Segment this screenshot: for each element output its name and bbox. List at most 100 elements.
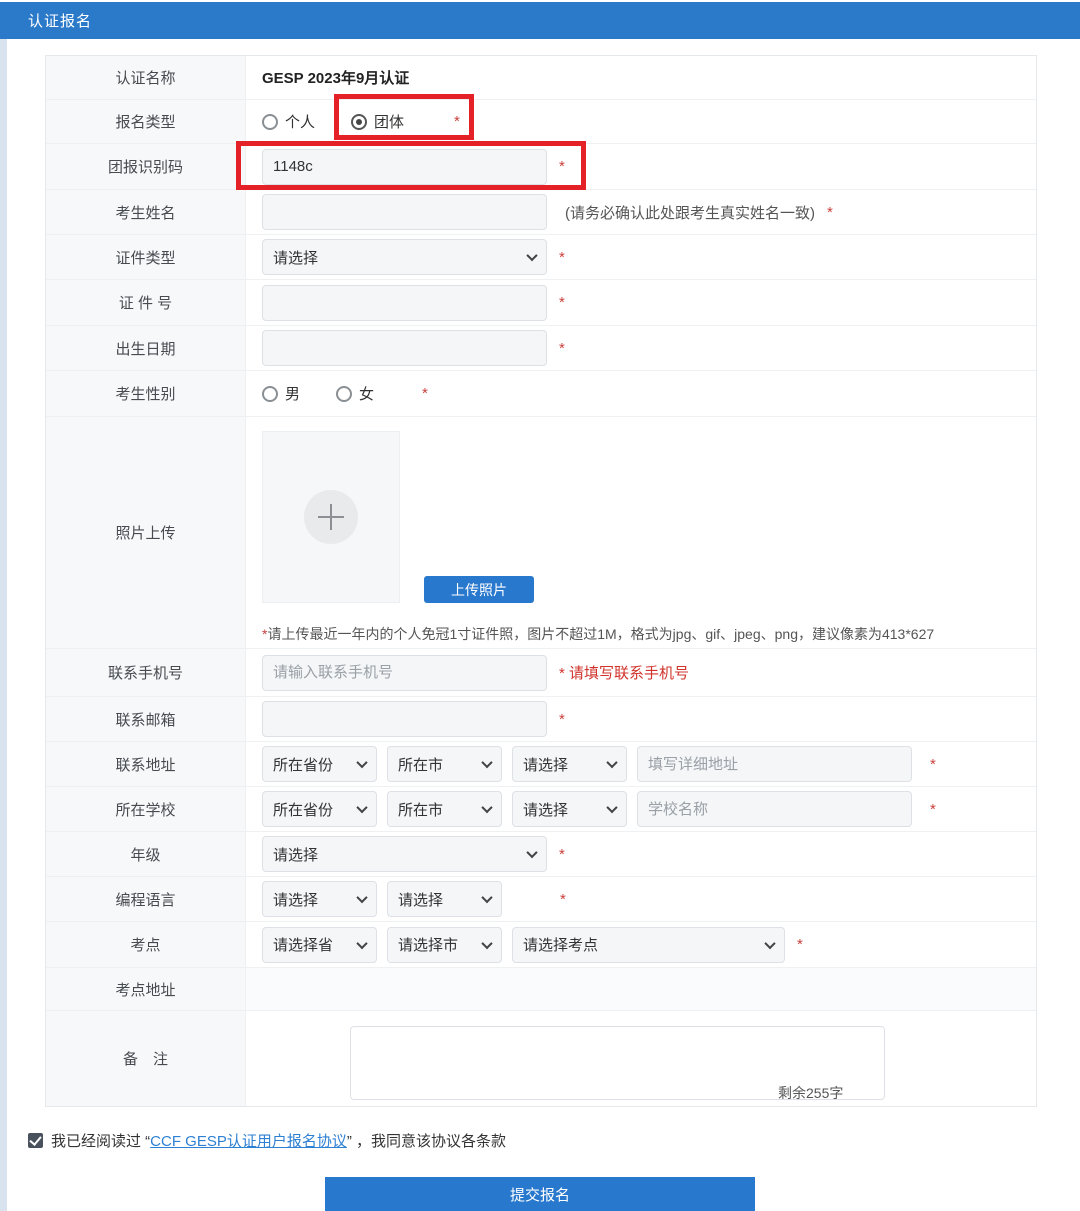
grade-label: 年级 [46, 832, 246, 876]
row-language: 编程语言 请选择 请选择 * [46, 877, 1036, 922]
site-city-select[interactable]: 请选择市 [387, 927, 502, 963]
id-type-select[interactable]: 请选择 [262, 239, 547, 275]
chevron-down-icon [526, 250, 537, 261]
upload-photo-button[interactable]: 上传照片 [424, 576, 534, 603]
required-star: * [559, 846, 565, 863]
photo-upload-area[interactable] [262, 431, 400, 603]
plus-icon[interactable] [304, 490, 358, 544]
chevron-down-icon [606, 757, 617, 768]
radio-male[interactable]: 男 [262, 383, 300, 404]
id-number-input[interactable] [262, 285, 547, 321]
row-address: 联系地址 所在省份 所在市 请选择 * [46, 742, 1036, 787]
row-candidate-name: 考生姓名 (请务必确认此处跟考生真实姓名一致) * [46, 190, 1036, 235]
row-phone: 联系手机号 * 请填写联系手机号 [46, 649, 1036, 697]
radio-personal[interactable]: 个人 [262, 111, 315, 132]
phone-label: 联系手机号 [46, 649, 246, 696]
chevron-down-icon [606, 802, 617, 813]
row-school: 所在学校 所在省份 所在市 请选择 * [46, 787, 1036, 832]
chevron-down-icon [526, 847, 537, 858]
required-star: * [559, 294, 565, 311]
row-email: 联系邮箱 * [46, 697, 1036, 742]
row-id-number: 证 件 号 * [46, 280, 1036, 326]
site-province-select[interactable]: 请选择省 [262, 927, 377, 963]
chevron-down-icon [481, 892, 492, 903]
school-province-select[interactable]: 所在省份 [262, 791, 377, 827]
reg-type-label: 报名类型 [46, 100, 246, 143]
chevron-down-icon [481, 757, 492, 768]
address-label: 联系地址 [46, 742, 246, 786]
row-gender: 考生性别 男 女 * [46, 371, 1036, 417]
agreement-checkbox[interactable] [28, 1133, 43, 1148]
candidate-name-hint: (请务必确认此处跟考生真实姓名一致) [565, 202, 815, 223]
chevron-down-icon [481, 937, 492, 948]
photo-hint: *请上传最近一年内的个人免冠1寸证件照，图片不超过1M，格式为jpg、gif、j… [262, 624, 934, 644]
cert-name-label: 认证名称 [46, 56, 246, 99]
language-second-select[interactable]: 请选择 [387, 881, 502, 917]
site-address-label: 考点地址 [46, 968, 246, 1010]
registration-form: 认证名称 GESP 2023年9月认证 报名类型 个人 团体 * 团报识别码 *… [45, 55, 1037, 1107]
row-id-type: 证件类型 请选择 * [46, 235, 1036, 280]
page-header: 认证报名 [0, 2, 1080, 39]
row-remark: 备 注 剩余255字 [46, 1011, 1036, 1106]
school-city-select[interactable]: 所在市 [387, 791, 502, 827]
page-title: 认证报名 [0, 10, 92, 31]
annotation-box-group-radio [334, 94, 474, 140]
site-label: 考点 [46, 922, 246, 967]
chevron-down-icon [356, 937, 367, 948]
radio-female-circle[interactable] [336, 386, 352, 402]
required-star: * [560, 891, 566, 908]
language-first-select[interactable]: 请选择 [262, 881, 377, 917]
page-left-strip [0, 39, 7, 1211]
language-label: 编程语言 [46, 877, 246, 921]
required-star: * [827, 204, 833, 221]
required-star: * [559, 340, 565, 357]
remark-label: 备 注 [46, 1011, 246, 1106]
required-star: * [930, 756, 936, 773]
school-name-input[interactable] [637, 791, 912, 827]
row-site: 考点 请选择省 请选择市 请选择考点 * [46, 922, 1036, 968]
birth-date-label: 出生日期 [46, 326, 246, 370]
grade-select[interactable]: 请选择 [262, 836, 547, 872]
radio-personal-circle[interactable] [262, 114, 278, 130]
address-district-select[interactable]: 请选择 [512, 746, 627, 782]
remaining-chars-counter: 剩余255字 [778, 1083, 843, 1103]
chevron-down-icon [481, 802, 492, 813]
radio-male-circle[interactable] [262, 386, 278, 402]
email-input[interactable] [262, 701, 547, 737]
required-star: * [797, 936, 803, 953]
row-grade: 年级 请选择 * [46, 832, 1036, 877]
chevron-down-icon [356, 757, 367, 768]
phone-error: * 请填写联系手机号 [557, 662, 689, 683]
agreement-row: 我已经阅读过 “CCF GESP认证用户报名协议” ，我同意该协议各条款 [28, 1130, 506, 1151]
row-reg-type: 报名类型 个人 团体 * [46, 100, 1036, 144]
candidate-name-label: 考生姓名 [46, 190, 246, 234]
cert-name-value: GESP 2023年9月认证 [262, 67, 409, 88]
candidate-name-input[interactable] [262, 194, 547, 230]
phone-input[interactable] [262, 655, 547, 691]
site-name-select[interactable]: 请选择考点 [512, 927, 785, 963]
row-cert-name: 认证名称 GESP 2023年9月认证 [46, 56, 1036, 100]
photo-label: 照片上传 [46, 417, 246, 648]
required-star: * [559, 711, 565, 728]
address-detail-input[interactable] [637, 746, 912, 782]
required-star: * [930, 801, 936, 818]
annotation-box-group-code [236, 141, 586, 190]
address-city-select[interactable]: 所在市 [387, 746, 502, 782]
row-photo-upload: 照片上传 上传照片 *请上传最近一年内的个人免冠1寸证件照，图片不超过1M，格式… [46, 417, 1036, 649]
address-province-select[interactable]: 所在省份 [262, 746, 377, 782]
birth-date-input[interactable] [262, 330, 547, 366]
school-district-select[interactable]: 请选择 [512, 791, 627, 827]
required-star: * [422, 385, 428, 402]
agreement-link[interactable]: CCF GESP认证用户报名协议 [150, 1133, 347, 1150]
required-star: * [559, 249, 565, 266]
chevron-down-icon [356, 802, 367, 813]
submit-button[interactable]: 提交报名 [325, 1177, 755, 1211]
chevron-down-icon [764, 937, 775, 948]
group-code-label: 团报识别码 [46, 144, 246, 189]
id-number-label: 证 件 号 [46, 280, 246, 325]
gender-label: 考生性别 [46, 371, 246, 416]
row-site-address: 考点地址 [46, 968, 1036, 1011]
radio-female[interactable]: 女 [336, 383, 374, 404]
chevron-down-icon [356, 892, 367, 903]
agreement-text: 我已经阅读过 “CCF GESP认证用户报名协议” ，我同意该协议各条款 [51, 1130, 506, 1151]
